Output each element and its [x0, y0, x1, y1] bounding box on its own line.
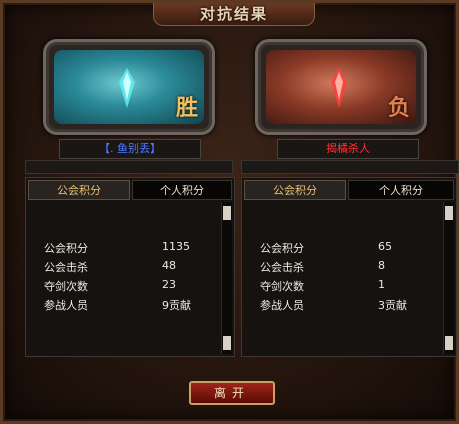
stat-row: 公会积分 1135: [44, 240, 220, 259]
stat-row: 公会击杀 8: [260, 259, 442, 278]
stat-value: 8: [378, 259, 385, 272]
title-bar: 对抗结果: [153, 3, 315, 26]
scroll-up-button[interactable]: [445, 206, 453, 220]
red-crystal-icon: [331, 68, 347, 108]
loser-result-label: 负: [387, 95, 410, 121]
leave-button[interactable]: 离开: [189, 381, 275, 405]
tab-guild-points-left[interactable]: 公会积分: [28, 180, 130, 200]
stat-label: 公会积分: [260, 242, 304, 255]
stat-label: 公会击杀: [44, 261, 88, 274]
scroll-up-button[interactable]: [223, 206, 231, 220]
tab-personal-points-left[interactable]: 个人积分: [132, 180, 232, 200]
stat-row: 夺剑次数 23: [44, 278, 220, 297]
stat-row: 公会击杀 48: [44, 259, 220, 278]
left-stats-panel: 公会积分 个人积分 公会积分 1135 公会击杀 48 夺剑次数 23 参战人员 9贡献: [25, 177, 235, 357]
stat-label: 公会积分: [44, 242, 88, 255]
loser-emblem: 负: [255, 39, 427, 135]
stat-value: 1135: [162, 240, 190, 253]
right-stats-list: 公会积分 65 公会击杀 8 夺剑次数 1 参战人员 3贡献: [260, 240, 442, 316]
stat-row: 参战人员 3贡献: [260, 297, 442, 316]
winner-guild-name: 【. 鱼别丢】: [59, 139, 201, 159]
loser-guild-name: 揭橘杀人: [277, 139, 419, 159]
scroll-down-button[interactable]: [223, 336, 231, 350]
stat-row: 夺剑次数 1: [260, 278, 442, 297]
stat-value: 1: [378, 278, 385, 291]
tab-personal-points-right[interactable]: 个人积分: [348, 180, 454, 200]
winner-result-label: 胜: [175, 95, 198, 121]
tab-guild-points-right[interactable]: 公会积分: [244, 180, 346, 200]
winner-emblem: 胜: [43, 39, 215, 135]
stat-label: 参战人员: [260, 299, 304, 312]
left-stats-list: 公会积分 1135 公会击杀 48 夺剑次数 23 参战人员 9贡献: [44, 240, 220, 316]
result-window: 对抗结果 胜 负 【. 鱼别丢】 揭橘杀人 公会积分 个人积分 公会积分 113…: [0, 0, 459, 424]
window-title: 对抗结果: [199, 5, 268, 23]
stat-label: 公会击杀: [260, 261, 304, 274]
stat-label: 夺剑次数: [260, 280, 304, 293]
stat-value: 48: [162, 259, 176, 272]
blue-crystal-icon: [119, 68, 135, 108]
right-scrollbar[interactable]: [443, 202, 454, 354]
right-stats-panel: 公会积分 个人积分 公会积分 65 公会击杀 8 夺剑次数 1 参战人员 3贡献: [241, 177, 457, 357]
left-scrollbar[interactable]: [221, 202, 232, 354]
stat-value: 9贡献: [162, 299, 191, 312]
stat-label: 参战人员: [44, 299, 88, 312]
left-info-strip: [25, 160, 233, 174]
stat-value: 3贡献: [378, 299, 407, 312]
stat-label: 夺剑次数: [44, 280, 88, 293]
stat-value: 65: [378, 240, 392, 253]
scroll-down-button[interactable]: [445, 336, 453, 350]
right-info-strip: [241, 160, 459, 174]
stat-row: 公会积分 65: [260, 240, 442, 259]
stat-row: 参战人员 9贡献: [44, 297, 220, 316]
stat-value: 23: [162, 278, 176, 291]
